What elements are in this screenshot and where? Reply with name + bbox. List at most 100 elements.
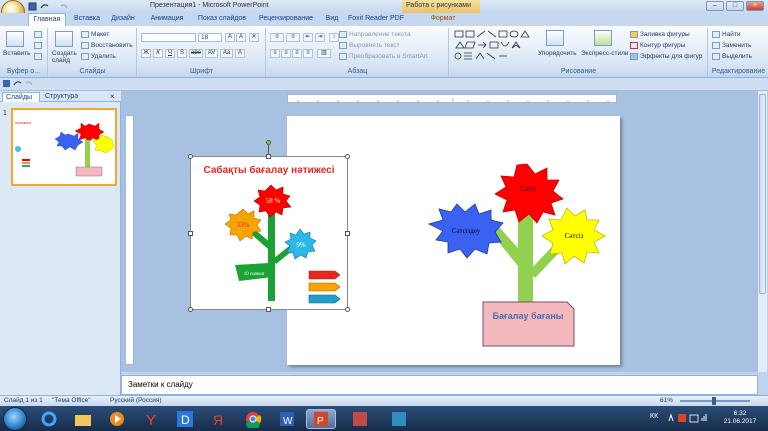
status-theme: "Тема Office" (52, 397, 91, 404)
taskbar-app-two[interactable] (384, 409, 414, 429)
numbering-button[interactable]: ≡ (286, 33, 300, 42)
align-center-button[interactable]: ≡ (281, 49, 291, 58)
strike-button[interactable]: abe (189, 49, 203, 58)
notes-pane[interactable]: Заметки к слайду (121, 375, 758, 395)
taskbar-powerpoint[interactable]: P (306, 409, 336, 429)
shapes-gallery[interactable] (454, 30, 534, 60)
selected-picture[interactable]: Сабақты бағалау нәтижесі 58 % 33% 9% 10 … (190, 156, 348, 310)
tab-view[interactable]: Вид (321, 13, 343, 26)
status-zoom[interactable]: 61% (660, 397, 673, 404)
columns-button[interactable]: ▥ (317, 49, 331, 58)
resize-handle-ne[interactable] (345, 154, 350, 159)
d-app-icon: D (177, 411, 193, 427)
tab-outline[interactable]: Структура (42, 92, 86, 102)
shape-effects-button[interactable]: Эффекты для фигур (630, 53, 702, 60)
taskbar-yandex[interactable]: Y (136, 409, 166, 429)
vertical-scrollbar[interactable] (757, 91, 767, 372)
align-left-button[interactable]: ≡ (270, 49, 280, 58)
svg-text:нәтижесі: нәтижесі (15, 120, 31, 125)
format-painter-icon[interactable] (34, 53, 42, 60)
start-button[interactable] (3, 407, 27, 431)
quick-styles-button[interactable]: Экспресс-стили (581, 50, 629, 57)
system-tray (666, 410, 712, 426)
tab-animation[interactable]: Анимация (145, 13, 189, 26)
scroll-thumb[interactable] (759, 94, 766, 294)
font-color-button[interactable]: A (235, 49, 245, 58)
bullets-button[interactable]: ≡ (270, 33, 284, 42)
italic-button[interactable]: К (153, 49, 163, 58)
smartart-button[interactable]: Преобразовать в SmartArt (339, 53, 428, 60)
tab-design[interactable]: Дизайн (108, 13, 138, 26)
minimize-button[interactable]: – (706, 1, 724, 11)
tab-foxit[interactable]: Foxit Reader PDF (347, 13, 405, 26)
increase-indent-button[interactable]: ⇥ (315, 33, 325, 42)
text-direction-button[interactable]: Направление текста (339, 31, 411, 38)
tab-home[interactable]: Главная (28, 13, 66, 26)
window-title: Презентация1 - Microsoft PowerPoint (150, 2, 269, 9)
delete-button[interactable]: Удалить (81, 53, 116, 60)
justify-button[interactable]: ≡ (303, 49, 313, 58)
tray-language[interactable]: КК (650, 413, 658, 420)
zoom-slider-thumb[interactable] (712, 397, 716, 405)
close-button[interactable]: × (746, 1, 764, 11)
resize-handle-se[interactable] (345, 307, 350, 312)
zoom-slider[interactable] (680, 397, 750, 405)
find-button[interactable]: Найти (712, 31, 741, 38)
tab-review[interactable]: Рецензирование (255, 13, 317, 26)
taskbar-explorer[interactable] (68, 409, 98, 429)
tab-insert[interactable]: Вставка (70, 13, 104, 26)
align-text-button[interactable]: Выровнять текст (339, 42, 400, 49)
taskbar-media[interactable] (102, 409, 132, 429)
new-slide-button[interactable]: Создать слайд (52, 50, 78, 64)
arrange-button[interactable]: Упорядочить (538, 50, 577, 57)
select-button[interactable]: Выделить (712, 53, 752, 60)
taskbar-d-app[interactable]: D (170, 409, 200, 429)
bold-button[interactable]: Ж (141, 49, 151, 58)
resize-handle-n[interactable] (266, 154, 271, 159)
close-pane-icon[interactable]: × (110, 92, 115, 101)
title-bar (0, 0, 768, 13)
taskbar-ie[interactable] (34, 409, 64, 429)
status-language[interactable]: Русский (Россия) (110, 397, 162, 404)
resize-handle-nw[interactable] (188, 154, 193, 159)
taskbar-yandex-browser[interactable]: Я (204, 409, 234, 429)
underline-button[interactable]: Ч (165, 49, 175, 58)
line-spacing-button[interactable]: ↕ (329, 33, 339, 42)
tab-format[interactable]: Формат (428, 13, 458, 26)
resize-handle-w[interactable] (188, 231, 193, 236)
shadow-button[interactable]: S (177, 49, 187, 58)
redo-small-icon (25, 81, 33, 86)
paste-icon (6, 31, 24, 47)
shape-outline-button[interactable]: Контур фигуры (630, 42, 685, 49)
horizontal-ruler (287, 94, 617, 103)
clock-date: 21.06.2017 (723, 418, 757, 425)
taskbar-chrome[interactable] (238, 409, 268, 429)
paste-button[interactable]: Вставить (3, 50, 31, 57)
align-right-button[interactable]: ≡ (292, 49, 302, 58)
font-name-combo[interactable] (141, 33, 196, 42)
shape-fill-button[interactable]: Заливка фигуры (630, 31, 690, 38)
tab-slides[interactable]: Слайды (2, 92, 40, 102)
spacing-button[interactable]: AV (205, 49, 218, 58)
copy-icon[interactable] (34, 42, 42, 49)
layout-button[interactable]: Макет (81, 31, 109, 38)
taskbar-word[interactable]: W (272, 409, 302, 429)
replace-button[interactable]: Заменить (712, 42, 751, 49)
rotate-handle[interactable] (266, 140, 271, 145)
reset-button[interactable]: Восстановить (81, 42, 133, 49)
font-size-combo[interactable]: 18 (198, 33, 222, 42)
change-case-button[interactable]: Aa (220, 49, 233, 58)
maximize-button[interactable]: □ (726, 1, 744, 11)
decrease-indent-button[interactable]: ⇤ (303, 33, 313, 42)
resize-handle-e[interactable] (345, 231, 350, 236)
grow-font-button[interactable]: A (225, 33, 235, 42)
tab-slideshow[interactable]: Показ слайдов (194, 13, 250, 26)
resize-handle-sw[interactable] (188, 307, 193, 312)
cut-icon[interactable] (34, 31, 42, 38)
shrink-font-button[interactable]: A (236, 33, 246, 42)
taskbar-clock[interactable]: 6:32 21.06.2017 (716, 410, 764, 428)
slide-thumbnail[interactable]: нәтижесі (11, 108, 117, 186)
clear-format-button[interactable]: ✕ (249, 33, 259, 42)
resize-handle-s[interactable] (266, 307, 271, 312)
taskbar-app-one[interactable] (345, 409, 375, 429)
